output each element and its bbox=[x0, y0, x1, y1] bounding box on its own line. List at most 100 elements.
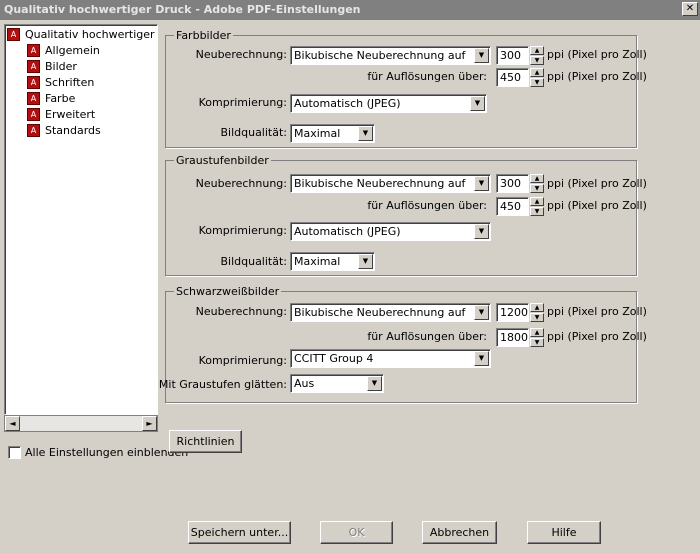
ppi-value: 1800 bbox=[500, 331, 528, 344]
stepper-down-icon[interactable]: ▼ bbox=[530, 207, 544, 216]
resample-select[interactable]: Bikubische Neuberechnung auf ▼ bbox=[290, 303, 491, 322]
chevron-down-icon[interactable]: ▼ bbox=[474, 351, 489, 366]
select-value: Aus bbox=[294, 377, 315, 390]
scroll-right-icon[interactable]: ► bbox=[142, 416, 157, 431]
stepper-up-icon[interactable]: ▲ bbox=[530, 303, 544, 312]
stepper-up-icon[interactable]: ▲ bbox=[530, 46, 544, 55]
show-all-checkbox[interactable] bbox=[8, 446, 21, 459]
ppi-unit: ppi (Pixel pro Zoll) bbox=[547, 199, 647, 212]
stepper-up-icon[interactable]: ▲ bbox=[530, 197, 544, 206]
above-label: für Auflösungen über: bbox=[367, 199, 487, 212]
resample-ppi-stepper[interactable]: ▲ ▼ bbox=[530, 303, 544, 322]
tree-item-label: Allgemein bbox=[45, 44, 100, 57]
stepper-down-icon[interactable]: ▼ bbox=[530, 313, 544, 322]
pdf-icon: A bbox=[27, 108, 40, 121]
quality-select[interactable]: Maximal ▼ bbox=[290, 252, 375, 271]
tree-item-label: Schriften bbox=[45, 76, 95, 89]
select-value: Maximal bbox=[294, 255, 341, 268]
ppi-value: 450 bbox=[500, 200, 521, 213]
resample-ppi-stepper[interactable]: ▲ ▼ bbox=[530, 174, 544, 193]
tree-item-label: Bilder bbox=[45, 60, 77, 73]
compression-label: Komprimierung: bbox=[198, 224, 287, 237]
scroll-left-icon[interactable]: ◄ bbox=[5, 416, 20, 431]
resample-label: Neuberechnung: bbox=[195, 305, 287, 318]
pdf-icon: A bbox=[27, 124, 40, 137]
tree-item-label: Erweitert bbox=[45, 108, 96, 121]
ppi-unit: ppi (Pixel pro Zoll) bbox=[547, 70, 647, 83]
above-ppi-stepper[interactable]: ▲ ▼ bbox=[530, 68, 544, 87]
stepper-down-icon[interactable]: ▼ bbox=[530, 56, 544, 65]
resample-ppi-input[interactable]: 300 bbox=[496, 174, 529, 193]
ppi-unit: ppi (Pixel pro Zoll) bbox=[547, 330, 647, 343]
above-ppi-stepper[interactable]: ▲ ▼ bbox=[530, 197, 544, 216]
stepper-down-icon[interactable]: ▼ bbox=[530, 338, 544, 347]
compression-label: Komprimierung: bbox=[198, 354, 287, 367]
above-ppi-input[interactable]: 1800 bbox=[496, 328, 529, 347]
compression-select[interactable]: CCITT Group 4 ▼ bbox=[290, 349, 491, 368]
quality-label: Bildqualität: bbox=[220, 126, 287, 139]
above-ppi-input[interactable]: 450 bbox=[496, 68, 529, 87]
pdf-icon: A bbox=[27, 44, 40, 57]
select-value: Automatisch (JPEG) bbox=[294, 225, 401, 238]
resample-ppi-input[interactable]: 300 bbox=[496, 46, 529, 65]
select-value: Automatisch (JPEG) bbox=[294, 97, 401, 110]
cancel-button[interactable]: Abbrechen bbox=[422, 521, 497, 544]
save-as-button[interactable]: Speichern unter... bbox=[188, 521, 291, 544]
above-ppi-stepper[interactable]: ▲ ▼ bbox=[530, 328, 544, 347]
select-value: CCITT Group 4 bbox=[294, 352, 374, 365]
select-value: Bikubische Neuberechnung auf bbox=[294, 177, 466, 190]
help-button[interactable]: Hilfe bbox=[527, 521, 601, 544]
guidelines-button[interactable]: Richtlinien bbox=[169, 430, 242, 453]
compression-select[interactable]: Automatisch (JPEG) ▼ bbox=[290, 222, 491, 241]
chevron-down-icon[interactable]: ▼ bbox=[474, 176, 489, 191]
ppi-unit: ppi (Pixel pro Zoll) bbox=[547, 177, 647, 190]
chevron-down-icon[interactable]: ▼ bbox=[358, 254, 373, 269]
chevron-down-icon[interactable]: ▼ bbox=[474, 305, 489, 320]
resample-label: Neuberechnung: bbox=[195, 177, 287, 190]
above-label: für Auflösungen über: bbox=[367, 70, 487, 83]
mono-images-group: Schwarzweißbilder Neuberechnung: Bikubis… bbox=[159, 285, 647, 403]
group-legend: Schwarzweißbilder bbox=[174, 285, 282, 298]
above-ppi-input[interactable]: 450 bbox=[496, 197, 529, 216]
compression-label: Komprimierung: bbox=[198, 96, 287, 109]
above-label: für Auflösungen über: bbox=[367, 330, 487, 343]
ok-button[interactable]: OK bbox=[320, 521, 393, 544]
gray-images-group: Graustufenbilder Neuberechnung: Bikubisc… bbox=[165, 154, 647, 276]
stepper-down-icon[interactable]: ▼ bbox=[530, 184, 544, 193]
stepper-down-icon[interactable]: ▼ bbox=[530, 78, 544, 87]
quality-label: Bildqualität: bbox=[220, 255, 287, 268]
ppi-value: 450 bbox=[500, 71, 521, 84]
chevron-down-icon[interactable]: ▼ bbox=[470, 96, 485, 111]
tree-item-label: Standards bbox=[45, 124, 101, 137]
resample-select[interactable]: Bikubische Neuberechnung auf ▼ bbox=[290, 174, 491, 193]
tree-horizontal-scrollbar[interactable]: ◄ ► bbox=[4, 415, 158, 432]
resample-label: Neuberechnung: bbox=[195, 48, 287, 61]
smoothing-select[interactable]: Aus ▼ bbox=[290, 374, 384, 393]
tree-item-label: Qualitativ hochwertiger Druck bbox=[25, 28, 157, 41]
stepper-up-icon[interactable]: ▲ bbox=[530, 68, 544, 77]
chevron-down-icon[interactable]: ▼ bbox=[367, 376, 382, 391]
close-button[interactable]: ✕ bbox=[682, 2, 698, 16]
show-all-label: Alle Einstellungen einblenden bbox=[25, 446, 189, 459]
group-legend: Graustufenbilder bbox=[174, 154, 271, 167]
pdf-icon: A bbox=[27, 76, 40, 89]
ppi-value: 300 bbox=[500, 49, 521, 62]
ppi-unit: ppi (Pixel pro Zoll) bbox=[547, 48, 647, 61]
stepper-up-icon[interactable]: ▲ bbox=[530, 174, 544, 183]
chevron-down-icon[interactable]: ▼ bbox=[474, 48, 489, 63]
select-value: Maximal bbox=[294, 127, 341, 140]
pdf-icon: A bbox=[7, 28, 20, 41]
pdf-icon: A bbox=[27, 92, 40, 105]
settings-tree: A Qualitativ hochwertiger Druck A Allgem… bbox=[4, 24, 158, 415]
resample-ppi-input[interactable]: 1200 bbox=[496, 303, 529, 322]
window-title: Qualitativ hochwertiger Druck - Adobe PD… bbox=[4, 3, 361, 16]
smoothing-label: Mit Graustufen glätten: bbox=[158, 378, 287, 391]
compression-select[interactable]: Automatisch (JPEG) ▼ bbox=[290, 94, 487, 113]
chevron-down-icon[interactable]: ▼ bbox=[474, 224, 489, 239]
stepper-up-icon[interactable]: ▲ bbox=[530, 328, 544, 337]
color-images-group: Farbbilder Neuberechnung: Bikubische Neu… bbox=[165, 29, 647, 148]
resample-select[interactable]: Bikubische Neuberechnung auf ▼ bbox=[290, 46, 491, 65]
quality-select[interactable]: Maximal ▼ bbox=[290, 124, 375, 143]
chevron-down-icon[interactable]: ▼ bbox=[358, 126, 373, 141]
resample-ppi-stepper[interactable]: ▲ ▼ bbox=[530, 46, 544, 65]
